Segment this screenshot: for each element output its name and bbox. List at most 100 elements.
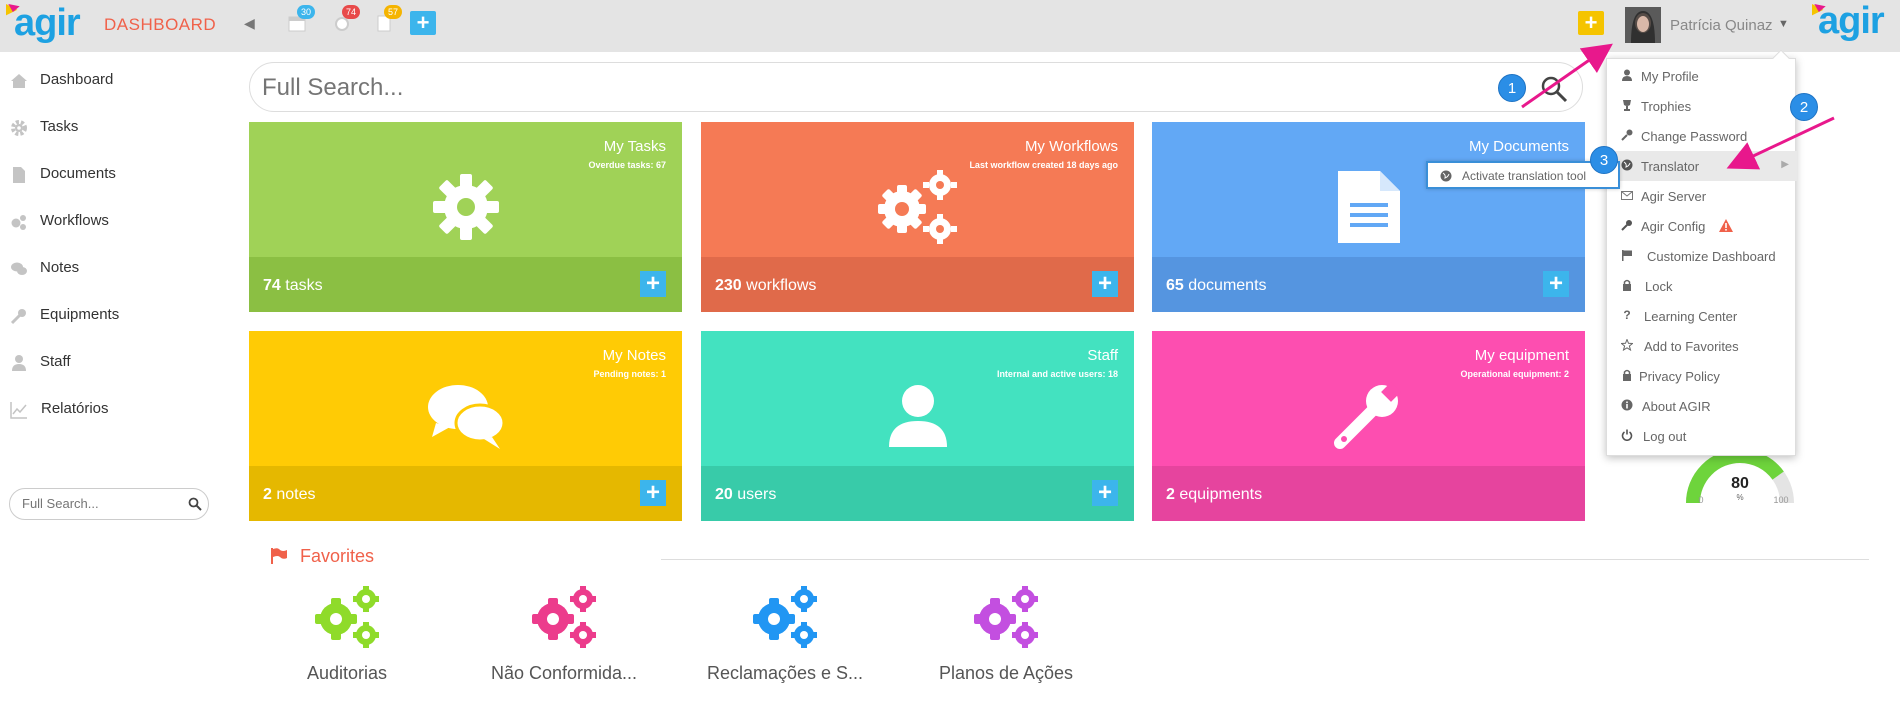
logo-mark-icon <box>6 4 20 16</box>
favorite-item[interactable]: Planos de Ações <box>906 585 1106 683</box>
tile-my-equipment[interactable]: My equipment Operational equipment: 2 2 … <box>1152 331 1585 521</box>
sidebar-item-notes[interactable]: Notes <box>10 253 210 283</box>
tile-footer: 2 equipments <box>1152 466 1585 521</box>
tile-count-unit: equipments <box>1179 486 1263 503</box>
favorites-title: Favorites <box>300 546 375 566</box>
tile-footer: 74 tasks + <box>249 257 682 312</box>
menu-item-add-to-favorites[interactable]: Add to Favorites <box>1607 331 1797 361</box>
sidebar-item-tasks[interactable]: Tasks <box>10 112 210 142</box>
add-user-button[interactable]: + <box>1092 480 1118 506</box>
sidebar-item-documents[interactable]: Documents <box>10 159 210 189</box>
menu-item-agir-config[interactable]: Agir Config <box>1607 211 1797 241</box>
comments-icon <box>11 262 27 275</box>
menu-item-label: Customize Dashboard <box>1647 249 1776 264</box>
wrench-icon <box>1152 371 1585 461</box>
sidebar-item-relatorios[interactable]: Relatórios <box>10 394 210 424</box>
menu-item-privacy-policy[interactable]: Privacy Policy <box>1607 361 1797 391</box>
wrench-icon <box>1621 220 1632 231</box>
callout-2: 2 <box>1790 93 1818 121</box>
sidebar-item-label: Documents <box>40 165 116 182</box>
tile-count-value: 65 <box>1166 277 1184 294</box>
tasks-badge: 30 <box>297 5 315 19</box>
sidebar-item-workflows[interactable]: Workflows <box>10 206 210 236</box>
menu-item-label: Translator <box>1641 159 1700 174</box>
tile-title: My Documents <box>1468 138 1569 155</box>
menu-item-lock[interactable]: Lock <box>1607 271 1797 301</box>
add-document-button[interactable]: + <box>1543 271 1569 297</box>
menu-item-label: Change Password <box>1641 129 1748 144</box>
globe-icon <box>1440 170 1452 182</box>
menu-item-learning-center[interactable]: ? Learning Center <box>1607 301 1797 331</box>
search-icon[interactable] <box>188 497 202 511</box>
sidebar-item-equipments[interactable]: Equipments <box>10 300 210 330</box>
workflows-gear-icon[interactable]: 74 <box>332 5 360 33</box>
lock-icon <box>1623 279 1631 291</box>
favorite-item[interactable]: Reclamações e S... <box>685 585 885 683</box>
add-button[interactable]: + <box>410 11 436 35</box>
search-icon[interactable] <box>1540 75 1568 103</box>
gears-icon <box>974 586 1038 648</box>
submenu-item-activate-translation-tool[interactable]: Activate translation tool <box>1462 169 1586 183</box>
menu-item-my-profile[interactable]: My Profile <box>1607 61 1797 91</box>
tasks-calendar-icon[interactable]: 30 <box>287 5 315 33</box>
tile-my-notes[interactable]: My Notes Pending notes: 1 2 notes + <box>249 331 682 521</box>
favorite-item[interactable]: Auditorias <box>247 585 447 683</box>
add-task-button[interactable]: + <box>640 271 666 297</box>
brand-name: agir <box>14 2 81 44</box>
tile-staff[interactable]: Staff Internal and active users: 18 20 u… <box>701 331 1134 521</box>
menu-item-label: Lock <box>1645 279 1673 294</box>
documents-badge: 57 <box>384 5 402 19</box>
tile-my-tasks[interactable]: My Tasks Overdue tasks: 67 74 tasks + <box>249 122 682 312</box>
sidebar-item-label: Workflows <box>40 212 109 229</box>
quick-add-button[interactable]: + <box>1578 11 1604 35</box>
menu-item-trophies[interactable]: Trophies <box>1607 91 1797 121</box>
chevron-right-icon: ▶ <box>1781 159 1789 170</box>
tile-count: 2 notes <box>263 486 316 504</box>
menu-item-label: Agir Server <box>1641 189 1707 204</box>
agir-logo[interactable]: agir <box>6 2 81 45</box>
search-input[interactable] <box>262 74 1462 102</box>
workflows-badge: 74 <box>342 5 360 19</box>
tile-footer: 20 users + <box>701 466 1134 521</box>
avatar[interactable] <box>1625 7 1661 43</box>
menu-item-label: Log out <box>1643 429 1687 444</box>
tile-count-value: 20 <box>715 486 733 503</box>
tile-count-value: 74 <box>263 277 281 294</box>
menu-item-label: Privacy Policy <box>1639 369 1720 384</box>
menu-item-translator[interactable]: Translator ▶ <box>1607 151 1797 181</box>
menu-item-customize-dashboard[interactable]: Customize Dashboard <box>1607 241 1797 271</box>
tile-count-value: 230 <box>715 277 742 294</box>
tile-my-workflows[interactable]: My Workflows Last workflow created 18 da… <box>701 122 1134 312</box>
sidebar-search-input[interactable] <box>22 496 182 511</box>
menu-item-label: My Profile <box>1641 69 1699 84</box>
sidebar-item-dashboard[interactable]: Dashboard <box>10 65 210 95</box>
agir-logo-right: agir <box>1812 0 1885 43</box>
favorite-label: Auditorias <box>306 663 388 683</box>
favorite-item[interactable]: Não Conformida... <box>464 585 664 683</box>
menu-item-about-agir[interactable]: About AGIR <box>1607 391 1797 421</box>
gauge: 80 % 0 100 <box>1685 448 1795 508</box>
menu-item-log-out[interactable]: Log out <box>1607 421 1797 451</box>
tile-count-unit: tasks <box>285 277 323 294</box>
favorite-label: Planos de Ações <box>938 663 1074 683</box>
sidebar-item-label: Dashboard <box>40 71 114 88</box>
add-note-button[interactable]: + <box>640 480 666 506</box>
tile-footer: 230 workflows + <box>701 257 1134 312</box>
add-workflow-button[interactable]: + <box>1092 271 1118 297</box>
menu-item-agir-server[interactable]: Agir Server <box>1607 181 1797 211</box>
tile-my-documents[interactable]: My Documents 65 documents + <box>1152 122 1585 312</box>
tile-count-unit: notes <box>276 486 316 503</box>
sidebar-item-staff[interactable]: Staff <box>10 347 210 377</box>
logo-mark-icon <box>1812 4 1826 16</box>
home-icon <box>11 74 27 88</box>
chevron-down-icon[interactable]: ▼ <box>1778 18 1789 30</box>
collapse-sidebar-icon[interactable]: ◀ <box>244 15 255 32</box>
wrench-icon <box>10 309 26 325</box>
user-name[interactable]: Patrícia Quinaz <box>1670 17 1773 34</box>
menu-item-change-password[interactable]: Change Password <box>1607 121 1797 151</box>
documents-file-icon[interactable]: 57 <box>374 5 402 33</box>
tile-title: Staff <box>1087 347 1118 364</box>
user-icon <box>1622 69 1632 81</box>
user-icon <box>12 355 26 371</box>
tile-title: My equipment <box>1474 347 1569 364</box>
